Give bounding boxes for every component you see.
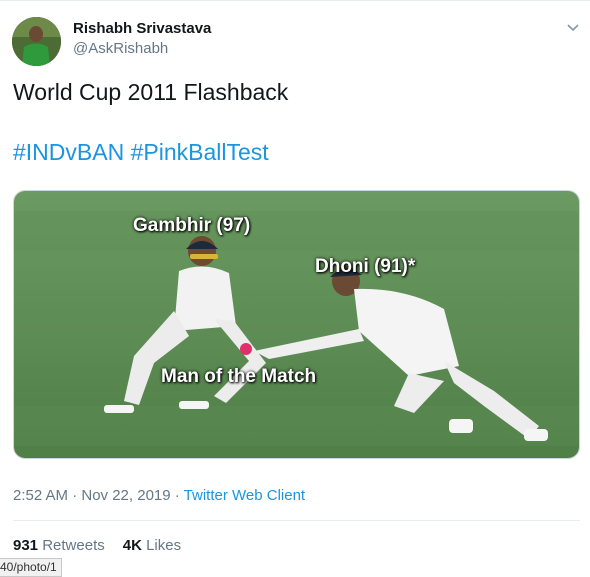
author-handle[interactable]: @AskRishabh: [73, 40, 168, 57]
likes-count: 4K: [122, 537, 142, 554]
hashtag-link[interactable]: #INDvBAN: [13, 139, 124, 165]
avatar[interactable]: [12, 17, 61, 66]
retweets-count: 931: [13, 537, 39, 554]
browser-status-bar: 40/photo/1: [0, 558, 62, 577]
tweet-meta: 2:52 AM · Nov 22, 2019 · Twitter Web Cli…: [13, 487, 305, 504]
photo-scene: [14, 191, 579, 458]
tweet-text: World Cup 2011 Flashback: [13, 79, 289, 105]
likes-label: Likes: [146, 537, 182, 554]
chevron-down-icon[interactable]: [565, 20, 581, 36]
stats-divider: [13, 520, 580, 521]
tweet-stats: 931 Retweets 4K Likes: [13, 537, 181, 554]
avatar-image: [12, 17, 61, 66]
tweet-photo[interactable]: Gambhir (97) Dhoni (91)* Man of the Matc…: [13, 190, 580, 459]
tweet-timestamp[interactable]: 2:52 AM · Nov 22, 2019: [13, 487, 171, 504]
tweet-client-link[interactable]: Twitter Web Client: [184, 487, 305, 504]
hashtag-link[interactable]: #PinkBallTest: [131, 139, 269, 165]
photo-caption-gambhir: Gambhir (97): [133, 215, 251, 236]
likes-stat[interactable]: 4K Likes: [123, 537, 181, 554]
meta-separator: ·: [170, 487, 184, 504]
retweets-label: Retweets: [42, 537, 105, 554]
pink-ball: [240, 343, 252, 355]
tweet-hashtags: #INDvBAN #PinkBallTest: [13, 137, 269, 167]
photo-caption-dhoni: Dhoni (91)*: [315, 256, 416, 277]
author-name[interactable]: Rishabh Srivastava: [73, 20, 211, 37]
retweets-stat[interactable]: 931 Retweets: [13, 537, 105, 554]
top-divider: [0, 0, 590, 1]
photo-caption-motm: Man of the Match: [161, 366, 317, 387]
